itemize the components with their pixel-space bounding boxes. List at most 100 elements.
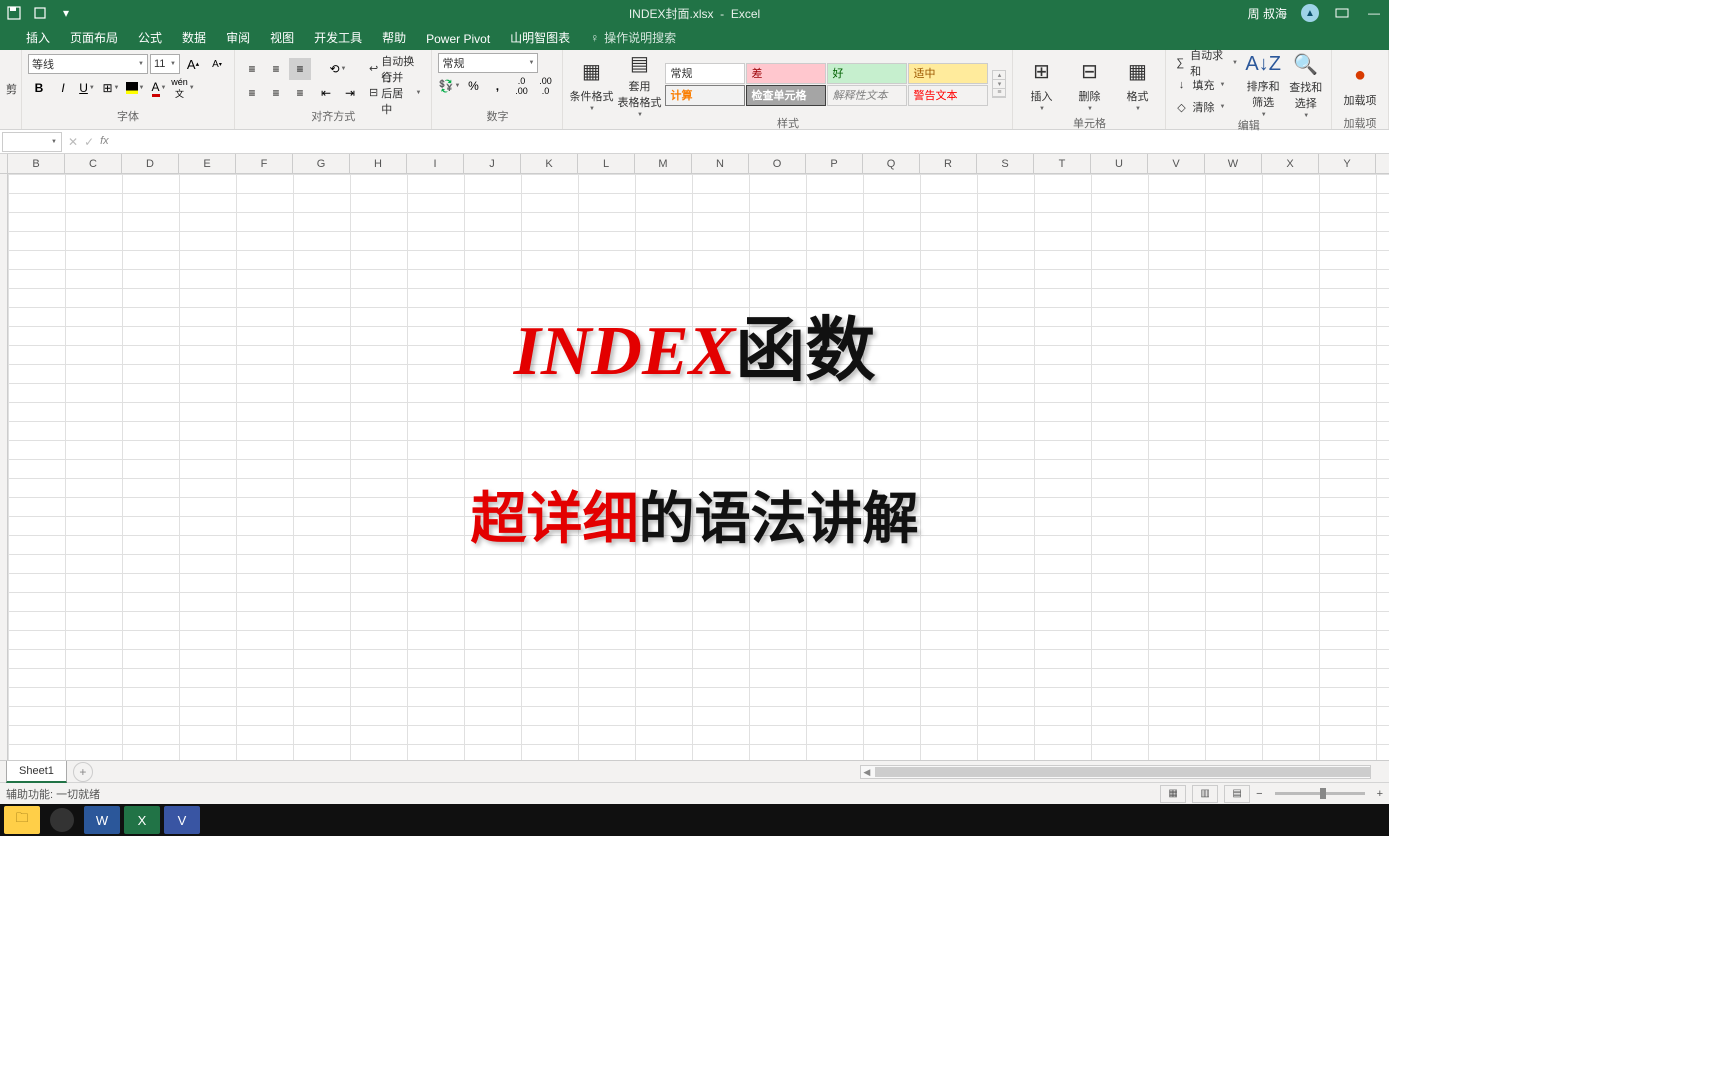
align-center-icon[interactable]: ≡ xyxy=(265,82,287,104)
bold-button[interactable]: B xyxy=(28,77,50,99)
tab-page-layout[interactable]: 页面布局 xyxy=(60,25,128,50)
format-as-table-button[interactable]: ▤ 套用 表格格式▼ xyxy=(617,53,661,115)
select-all-corner[interactable] xyxy=(0,154,8,173)
col-header[interactable]: S xyxy=(977,154,1034,173)
qat-icon-2[interactable] xyxy=(32,5,48,21)
increase-indent-icon[interactable]: ⇥ xyxy=(339,82,361,104)
italic-button[interactable]: I xyxy=(52,77,74,99)
font-name-combo[interactable]: 等线▼ xyxy=(28,54,148,74)
page-break-view-icon[interactable]: ▤ xyxy=(1224,785,1250,803)
col-header[interactable]: V xyxy=(1148,154,1205,173)
fill-button[interactable]: ↓填充▼ xyxy=(1172,75,1227,95)
merge-center-button[interactable]: ⊟合并后居中▼ xyxy=(365,82,425,104)
find-select-button[interactable]: 🔍查找和选择▼ xyxy=(1286,54,1325,116)
style-good[interactable]: 好 xyxy=(827,63,907,84)
style-normal[interactable]: 常规 xyxy=(665,63,745,84)
tab-review[interactable]: 审阅 xyxy=(216,25,260,50)
add-sheet-button[interactable]: + xyxy=(73,762,93,782)
font-size-combo[interactable]: 11▼ xyxy=(150,54,180,74)
zoom-in-icon[interactable]: + xyxy=(1377,788,1383,800)
name-box[interactable]: ▼ xyxy=(2,132,62,152)
col-header[interactable]: X xyxy=(1262,154,1319,173)
col-header[interactable]: G xyxy=(293,154,350,173)
border-button[interactable]: ⊞▼ xyxy=(100,77,122,99)
page-layout-view-icon[interactable]: ▥ xyxy=(1192,785,1218,803)
tab-formulas[interactable]: 公式 xyxy=(128,25,172,50)
conditional-format-button[interactable]: ▦ 条件格式▼ xyxy=(569,53,613,115)
qat-dropdown-icon[interactable]: ▾ xyxy=(58,5,74,21)
col-header[interactable]: K xyxy=(521,154,578,173)
col-header[interactable]: B xyxy=(8,154,65,173)
excel-icon[interactable]: X xyxy=(124,806,160,834)
insert-cells-button[interactable]: ⊞插入▼ xyxy=(1019,53,1063,115)
col-header[interactable]: M xyxy=(635,154,692,173)
scroll-left-icon[interactable]: ◀ xyxy=(861,767,873,778)
col-header[interactable]: U xyxy=(1091,154,1148,173)
increase-decimal-icon[interactable]: .0.00 xyxy=(510,75,532,97)
tab-powerpivot[interactable]: Power Pivot xyxy=(416,28,500,50)
visio-icon[interactable]: V xyxy=(164,806,200,834)
col-header[interactable]: H xyxy=(350,154,407,173)
percent-format-icon[interactable]: % xyxy=(462,75,484,97)
tab-insert[interactable]: 插入 xyxy=(16,25,60,50)
format-cells-button[interactable]: ▦格式▼ xyxy=(1115,53,1159,115)
gallery-scroll[interactable]: ▴▾≡ xyxy=(992,70,1006,98)
tell-me-search[interactable]: ♀ 操作说明搜索 xyxy=(580,25,686,50)
horizontal-scrollbar[interactable]: ◀ xyxy=(860,765,1371,779)
col-header[interactable]: J xyxy=(464,154,521,173)
style-bad[interactable]: 差 xyxy=(746,63,826,84)
accounting-format-icon[interactable]: 💱▼ xyxy=(438,75,460,97)
align-top-icon[interactable]: ≡ xyxy=(241,58,263,80)
user-avatar-icon[interactable]: ▲ xyxy=(1301,4,1319,22)
delete-cells-button[interactable]: ⊟删除▼ xyxy=(1067,53,1111,115)
col-header[interactable]: N xyxy=(692,154,749,173)
normal-view-icon[interactable]: ▦ xyxy=(1160,785,1186,803)
sheet-tab-active[interactable]: Sheet1 xyxy=(6,761,67,783)
orientation-icon[interactable]: ⟲▼ xyxy=(327,58,349,80)
save-icon[interactable] xyxy=(6,5,22,21)
align-left-icon[interactable]: ≡ xyxy=(241,82,263,104)
zoom-out-icon[interactable]: − xyxy=(1256,788,1262,800)
col-header[interactable]: C xyxy=(65,154,122,173)
row-headers-stub[interactable] xyxy=(0,174,8,760)
addins-button[interactable]: ●加载项 xyxy=(1338,53,1382,115)
col-header[interactable]: W xyxy=(1205,154,1262,173)
browser-icon[interactable] xyxy=(44,806,80,834)
decrease-font-icon[interactable]: A▾ xyxy=(206,53,228,75)
user-name[interactable]: 周 叔海 xyxy=(1248,5,1287,22)
sort-filter-button[interactable]: A↓Z排序和筛选▼ xyxy=(1244,54,1283,116)
col-header[interactable]: I xyxy=(407,154,464,173)
col-header[interactable]: L xyxy=(578,154,635,173)
number-format-combo[interactable]: 常规▼ xyxy=(438,53,538,73)
style-explanatory[interactable]: 解释性文本 xyxy=(827,85,907,106)
decrease-indent-icon[interactable]: ⇤ xyxy=(315,82,337,104)
font-color-button[interactable]: A▼ xyxy=(148,77,170,99)
col-header[interactable]: E xyxy=(179,154,236,173)
autosum-button[interactable]: ∑自动求和▼ xyxy=(1172,53,1239,73)
minimize-icon[interactable]: — xyxy=(1365,6,1383,20)
word-icon[interactable]: W xyxy=(84,806,120,834)
tab-addon-chart[interactable]: 山明智图表 xyxy=(500,25,580,50)
tab-help[interactable]: 帮助 xyxy=(372,25,416,50)
col-header[interactable]: F xyxy=(236,154,293,173)
style-warning[interactable]: 警告文本 xyxy=(908,85,988,106)
col-header[interactable]: Q xyxy=(863,154,920,173)
tab-data[interactable]: 数据 xyxy=(172,25,216,50)
col-header[interactable]: O xyxy=(749,154,806,173)
fill-color-button[interactable]: ▼ xyxy=(124,77,146,99)
align-right-icon[interactable]: ≡ xyxy=(289,82,311,104)
scroll-thumb[interactable] xyxy=(875,767,1370,777)
style-calculation[interactable]: 计算 xyxy=(665,85,745,106)
zoom-slider[interactable] xyxy=(1275,792,1365,795)
worksheet-grid[interactable]: B C D E F G H I J K L M N O P Q R S T U … xyxy=(0,154,1389,760)
formula-input[interactable] xyxy=(115,132,1389,152)
enter-formula-icon[interactable]: ✓ xyxy=(84,135,94,149)
clear-button[interactable]: ◇清除▼ xyxy=(1172,97,1227,117)
col-header[interactable]: D xyxy=(122,154,179,173)
tab-view[interactable]: 视图 xyxy=(260,25,304,50)
align-middle-icon[interactable]: ≡ xyxy=(265,58,287,80)
ribbon-options-icon[interactable] xyxy=(1333,8,1351,18)
fx-icon[interactable]: fx xyxy=(100,135,109,149)
col-header[interactable]: T xyxy=(1034,154,1091,173)
style-check[interactable]: 检查单元格 xyxy=(746,85,826,106)
